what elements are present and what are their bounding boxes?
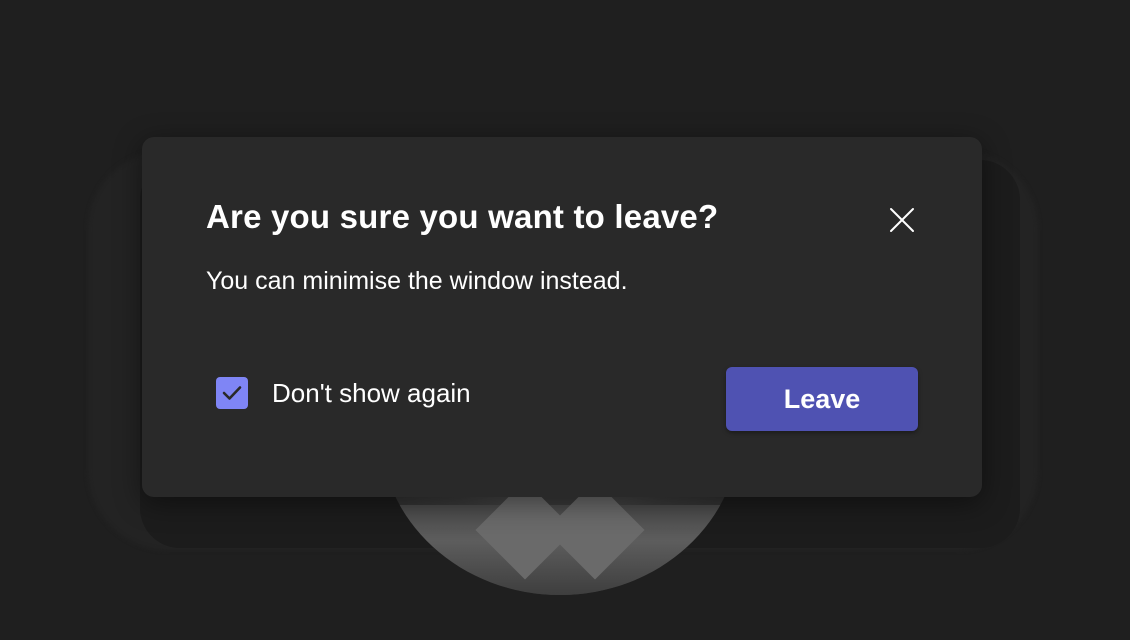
call-screen: Are you sure you want to leave? You can … [0, 0, 1130, 640]
checkbox-box[interactable] [216, 377, 248, 409]
dont-show-again-checkbox[interactable]: Don't show again [216, 375, 471, 411]
dialog-title: Are you sure you want to leave? [206, 198, 719, 235]
checkmark-icon [222, 386, 242, 400]
close-icon [890, 208, 914, 232]
checkbox-label: Don't show again [272, 378, 471, 408]
leave-confirmation-dialog: Are you sure you want to leave? You can … [142, 137, 982, 497]
dialog-message: You can minimise the window instead. [206, 267, 628, 295]
close-button[interactable] [882, 199, 922, 235]
leave-button[interactable]: Leave [726, 367, 918, 431]
